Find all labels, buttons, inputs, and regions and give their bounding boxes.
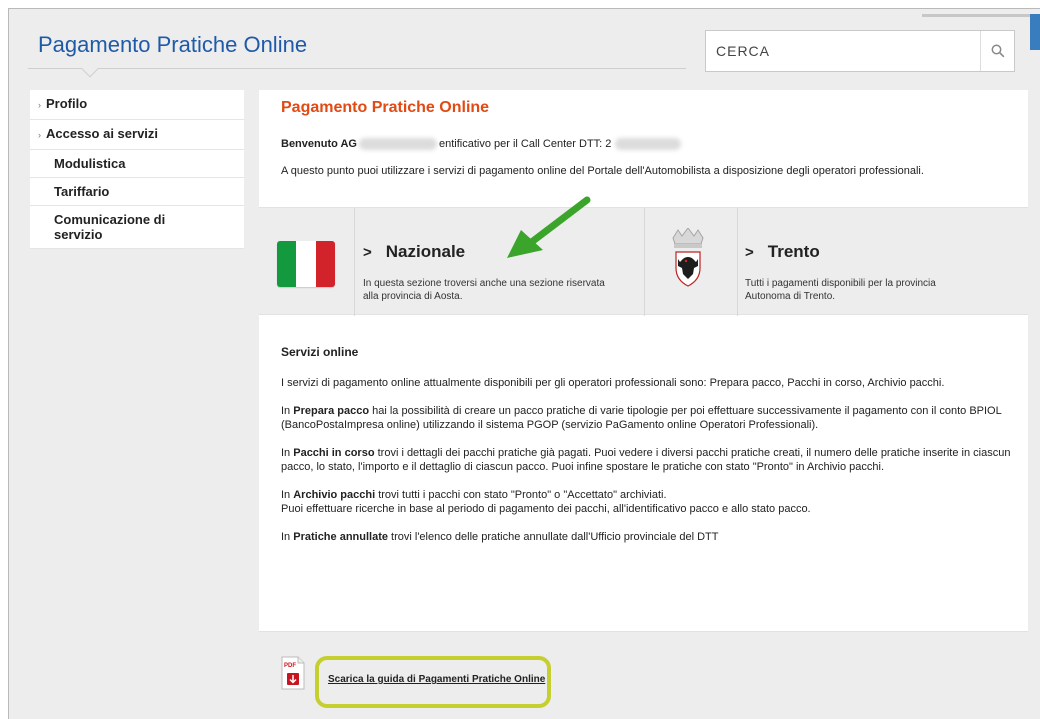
- services-section: Servizi online I servizi di pagamento on…: [281, 345, 1016, 558]
- guide-section: PDF Scarica la guida di Pagamenti Pratic…: [259, 631, 1028, 719]
- search-input[interactable]: [716, 39, 966, 63]
- service-name: Pratiche annullate: [293, 531, 388, 543]
- chevron-right-icon: ›: [38, 130, 41, 140]
- text: trovi tutti i pacchi con stato "Pronto" …: [375, 489, 667, 501]
- region-label: Nazionale: [385, 242, 466, 261]
- magnifier-icon: [991, 44, 1004, 58]
- redacted-id: [615, 138, 682, 151]
- text: trovi i dettagli dei pacchi pratiche già…: [281, 447, 1011, 473]
- download-guide-link[interactable]: Scarica la guida di Pagamenti Pratiche O…: [328, 674, 545, 685]
- text: In: [281, 489, 294, 501]
- sidebar: › Profilo › Accesso ai servizi Modulistica…: [30, 90, 244, 249]
- main-panel: Pagamento Pratiche Online Benvenuto AG en…: [259, 90, 1028, 719]
- text: hai la possibilità di creare un pacco pr…: [281, 405, 1002, 431]
- sidebar-item-tariffario[interactable]: Tariffario: [30, 178, 244, 206]
- text: trovi l'elenco delle pratiche annullate …: [388, 531, 719, 543]
- region-description: In questa sezione troversi anche una sez…: [363, 278, 605, 302]
- chevron-right-icon: ›: [38, 100, 41, 110]
- search-button[interactable]: [980, 31, 1014, 71]
- divider: [644, 208, 645, 316]
- site-title: Pagamento Pratiche Online: [38, 32, 308, 57]
- services-paragraph: In Pratiche annullate trovi l'elenco del…: [281, 530, 1016, 544]
- region-link-trento[interactable]: > Trento: [745, 242, 820, 262]
- welcome-prefix: Benvenuto AG: [281, 138, 357, 150]
- divider: [737, 208, 738, 316]
- redacted-name: [359, 138, 437, 151]
- window-edge: [922, 14, 1040, 17]
- services-heading: Servizi online: [281, 345, 359, 359]
- sidebar-item-comunicazione-di-servizio[interactable]: Comunicazione di servizio: [30, 206, 244, 249]
- sidebar-item-accesso-ai-servizi[interactable]: › Accesso ai servizi: [30, 120, 244, 150]
- sidebar-item-profilo[interactable]: › Profilo: [30, 90, 244, 120]
- services-paragraph: In Archivio pacchi trovi tutti i pacchi …: [281, 488, 1016, 516]
- pdf-label: PDF: [284, 663, 296, 669]
- text: In: [281, 447, 294, 459]
- trento-coat-of-arms-icon: [672, 228, 704, 287]
- sidebar-item-label: Tariffario: [54, 184, 110, 199]
- regions-band: > Nazionale In questa sezione troversi an…: [259, 207, 1028, 316]
- sidebar-item-label: Profilo: [46, 96, 88, 111]
- text: In: [281, 405, 294, 417]
- sidebar-item-label: Comunicazione di servizio: [54, 212, 166, 242]
- sidebar-item-label: Accesso ai servizi: [46, 126, 159, 141]
- services-paragraph: In Prepara pacco hai la possibilità di c…: [281, 404, 1016, 432]
- chevron-right-icon: >: [745, 244, 754, 261]
- region-link-nazionale[interactable]: > Nazionale: [363, 242, 465, 262]
- pdf-file-icon[interactable]: PDF: [281, 656, 305, 690]
- page-title: Pagamento Pratiche Online: [281, 99, 490, 116]
- sidebar-item-label: Modulistica: [54, 156, 126, 171]
- welcome-line: Benvenuto AG entificativo per il Call Cen…: [281, 138, 682, 151]
- annotation-arrow-icon: [507, 196, 591, 258]
- sidebar-item-modulistica[interactable]: Modulistica: [30, 150, 244, 178]
- chevron-right-icon: >: [363, 244, 372, 261]
- region-description: Tutti i pagamenti disponibili per la pro…: [745, 278, 936, 302]
- search-box: [705, 30, 1015, 72]
- title-underline: [28, 68, 686, 69]
- italy-flag-icon: [277, 241, 335, 287]
- service-name: Archivio pacchi: [293, 489, 376, 501]
- region-label: Trento: [767, 242, 820, 261]
- services-paragraph: In Pacchi in corso trovi i dettagli dei …: [281, 446, 1016, 474]
- divider: [354, 208, 355, 316]
- welcome-text: entificativo per il Call Center DTT: 2: [439, 138, 612, 150]
- text: Puoi effettuare ricerche in base al peri…: [281, 503, 811, 515]
- intro-text: A questo punto puoi utilizzare i servizi…: [281, 165, 924, 177]
- services-paragraph: I servizi di pagamento online attualment…: [281, 377, 945, 389]
- service-name: Pacchi in corso: [293, 447, 375, 459]
- service-name: Prepara pacco: [293, 405, 370, 417]
- text: In: [281, 531, 294, 543]
